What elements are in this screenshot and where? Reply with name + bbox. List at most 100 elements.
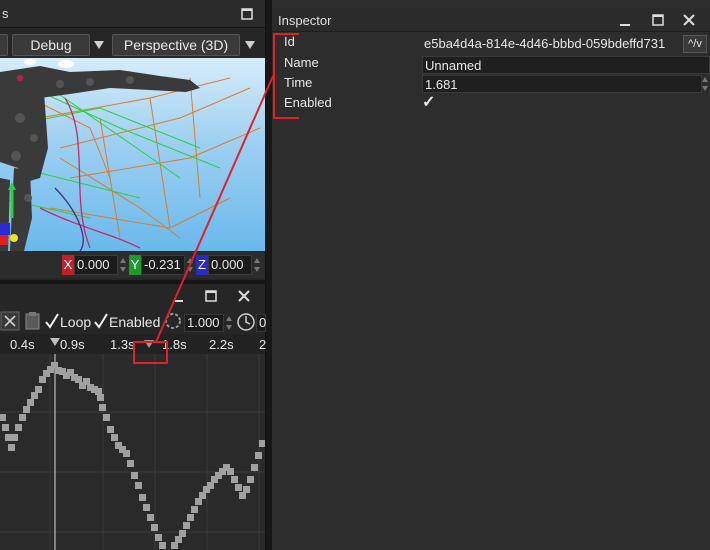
keyframe-point [231, 476, 238, 483]
maximize-icon[interactable] [650, 12, 666, 28]
z-coordinate-field[interactable]: 0.000 [208, 255, 252, 275]
keyframe-point [143, 504, 150, 511]
x-axis-tag: X [62, 255, 74, 275]
keyframe-point [243, 486, 250, 493]
keyframe-point [139, 494, 146, 501]
debug-dropdown[interactable]: Debug [12, 34, 90, 56]
keyframe-point [227, 468, 234, 475]
y-axis-tag: Y [129, 255, 141, 275]
maximize-icon[interactable] [239, 6, 255, 22]
checkmark-icon[interactable] [94, 313, 108, 329]
keyframe-point [191, 506, 198, 513]
tick-label: 0.9s [60, 337, 85, 352]
keyframe-point [159, 542, 166, 549]
scene-panel-title: s [2, 6, 9, 21]
x-coordinate-field[interactable]: 0.000 [74, 255, 118, 275]
dropdown-arrow-icon[interactable] [243, 38, 257, 52]
maximize-icon[interactable] [203, 288, 219, 304]
scene-panel: s Debug Perspective (3D) X 0.000 Y -0.23… [0, 0, 266, 280]
enabled-label[interactable]: Enabled [109, 314, 160, 330]
curve-graph[interactable] [0, 354, 265, 550]
keyframe-point [23, 406, 30, 413]
id-expand-button[interactable]: ^/v [683, 35, 707, 53]
speed-spinner-icon[interactable] [225, 314, 233, 332]
keyframe-point [15, 424, 22, 431]
keyframe-point [175, 536, 182, 543]
keyframe-point [147, 514, 154, 521]
scene-viewport[interactable] [0, 58, 265, 251]
annotation-box-keyframe [133, 341, 168, 364]
view-mode-dropdown[interactable]: Perspective (3D) [112, 34, 240, 56]
playhead-marker-icon[interactable] [50, 338, 60, 346]
speed-field[interactable]: 1.000 [184, 314, 224, 332]
inspector-panel: Inspector Id e5ba4d4a-814e-4d46-bbbd-059… [272, 0, 710, 550]
keyframe-point [11, 434, 18, 441]
minimize-icon[interactable] [170, 288, 186, 304]
time-value-field[interactable]: 1.681 [422, 75, 702, 93]
dropdown-arrow-icon[interactable] [92, 38, 106, 52]
enabled-checkbox[interactable]: ✓ [422, 95, 438, 111]
inspector-title: Inspector [278, 13, 332, 28]
keyframe-point [199, 492, 206, 499]
name-field[interactable]: Unnamed [422, 56, 710, 74]
keyframe-point [0, 414, 6, 421]
keyframe-point [151, 524, 158, 531]
id-field[interactable]: e5ba4d4a-814e-4d46-bbbd-059bdeffd731 [422, 35, 684, 53]
y-spinner-icon[interactable] [186, 256, 194, 274]
keyframe-point [131, 472, 138, 479]
keyframe-point [8, 444, 15, 451]
keyframe-point [75, 376, 82, 383]
x-spinner-icon[interactable] [119, 256, 127, 274]
keyframe-point [187, 514, 194, 521]
keyframe-point [103, 414, 110, 421]
keyframe-point [251, 464, 258, 471]
keyframe-point [5, 434, 12, 441]
keyframe-point [127, 460, 134, 467]
scene-render [0, 59, 261, 251]
speed-dial-icon[interactable] [164, 312, 182, 330]
keyframe-point [95, 388, 102, 395]
keyframe-point [135, 482, 142, 489]
scene-panel-header: s [0, 0, 265, 28]
keyframe-point [123, 450, 130, 457]
loop-label[interactable]: Loop [60, 314, 91, 330]
keyframe-point [19, 414, 26, 421]
delete-icon[interactable] [0, 311, 20, 331]
curve-editor-panel: Loop Enabled 1.000 0 0.4s 0.9s 1.3s 1.8s… [0, 284, 266, 550]
position-coordinates: X 0.000 Y -0.231 Z 0.000 [0, 251, 265, 278]
keyframe-point [171, 542, 178, 549]
curve-toolbar: Loop Enabled 1.000 0 [0, 310, 266, 334]
y-coordinate-field[interactable]: -0.231 [141, 255, 185, 275]
keyframe-point [155, 534, 162, 541]
keyframe-point [207, 482, 214, 489]
keyframe-point [83, 378, 90, 385]
keyframe-point [39, 376, 46, 383]
keyframe-point [247, 476, 254, 483]
keyframe-point [97, 394, 104, 401]
view-mode-dropdown-label: Perspective (3D) [123, 37, 229, 53]
keyframe-point [35, 386, 42, 393]
keyframe-point [111, 434, 118, 441]
tick-label: 1.3s [110, 337, 135, 352]
time-field[interactable]: 0 [256, 314, 266, 332]
clock-icon[interactable] [236, 312, 256, 332]
keyframe-point [107, 426, 114, 433]
checkmark-icon[interactable] [45, 313, 59, 329]
minimize-icon[interactable] [617, 12, 633, 28]
keyframe-point [235, 484, 242, 491]
time-spinner-icon[interactable] [701, 75, 709, 93]
keyframe-point [259, 440, 265, 447]
keyframe-point [2, 424, 9, 431]
z-spinner-icon[interactable] [253, 256, 261, 274]
keyframe-point [31, 392, 38, 399]
curve-plot [0, 354, 265, 550]
toolbar-left-button[interactable] [0, 34, 8, 56]
debug-dropdown-label: Debug [30, 37, 72, 53]
curve-panel-header [0, 284, 265, 308]
close-icon[interactable] [681, 12, 697, 28]
inspector-header: Inspector [272, 8, 710, 32]
clipboard-icon[interactable] [24, 311, 42, 331]
close-icon[interactable] [236, 288, 252, 304]
tick-label: 2.2s [209, 337, 234, 352]
curve-keyframes [0, 362, 265, 549]
